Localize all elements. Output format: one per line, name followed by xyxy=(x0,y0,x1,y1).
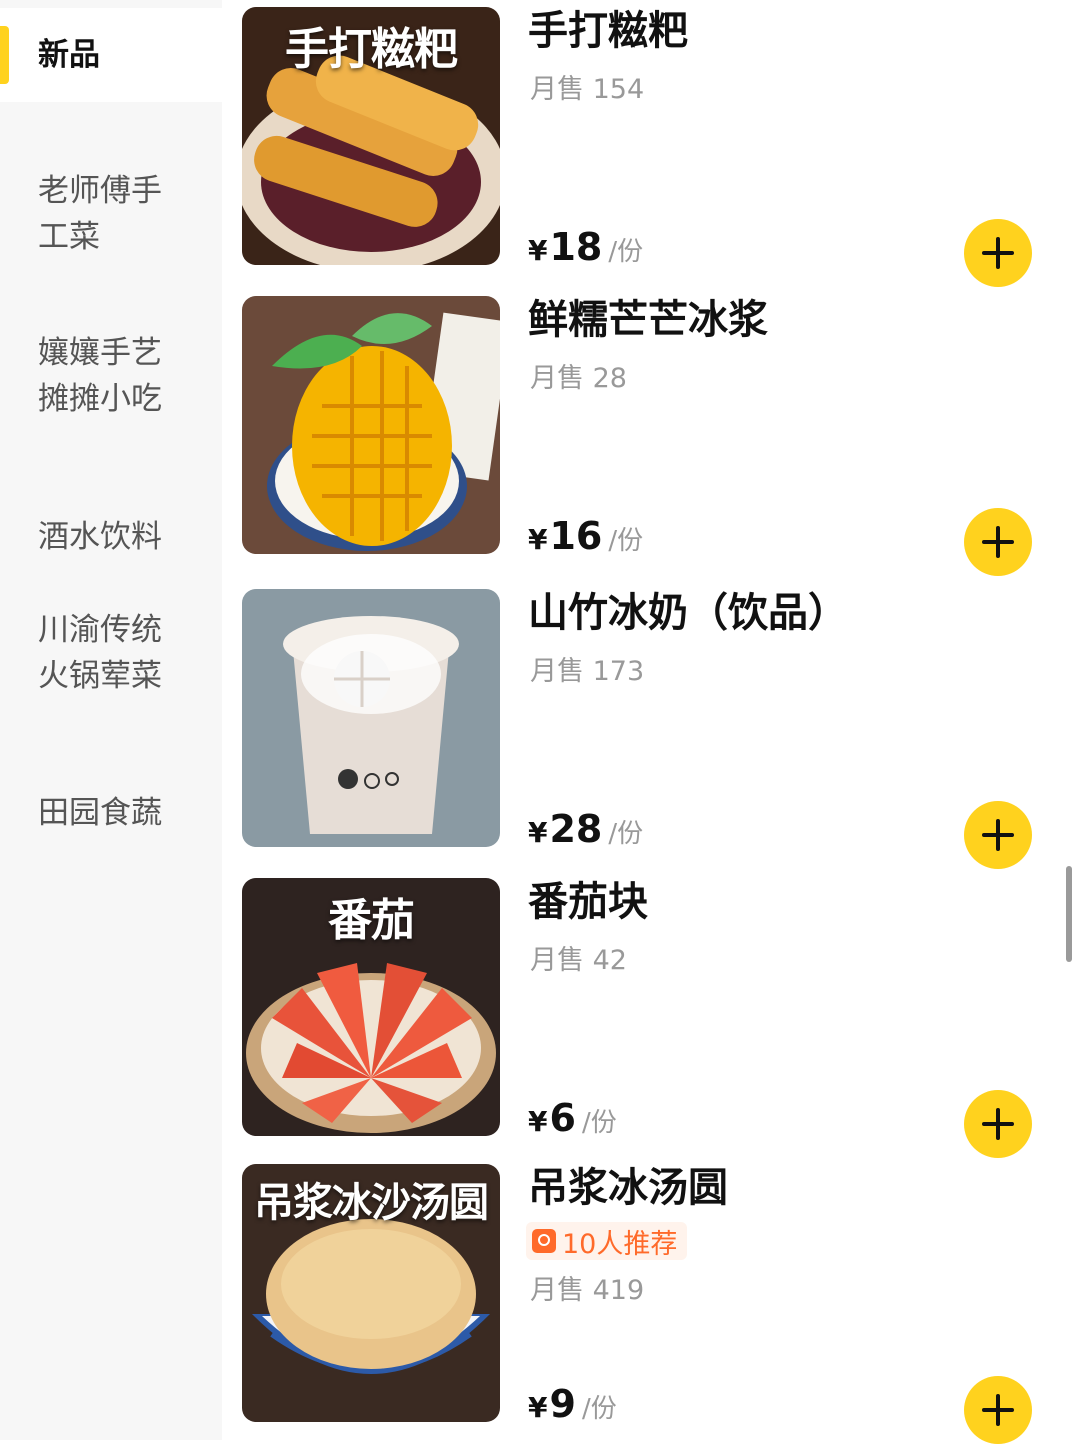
product-item[interactable]: 手打糍粑 手打糍粑 月售 154 ¥ 18 /份 xyxy=(222,7,1080,287)
product-item[interactable]: 山竹冰奶（饮品） 月售 173 ¥ 28 /份 xyxy=(222,589,1080,869)
category-item-hotpot-meat[interactable]: 川渝传统火锅荤菜 xyxy=(0,607,222,699)
monthly-sales: 月售 154 xyxy=(530,74,645,105)
product-price: ¥ 9 /份 xyxy=(528,1382,617,1426)
recommend-badge: 10人推荐 xyxy=(526,1222,688,1260)
product-image[interactable] xyxy=(242,296,500,554)
image-caption: 吊浆冰沙汤圆 xyxy=(254,1180,489,1226)
price-unit: /份 xyxy=(608,526,644,556)
price-unit: /份 xyxy=(608,819,644,849)
price-unit: /份 xyxy=(608,237,644,267)
monthly-sales: 月售 419 xyxy=(530,1275,645,1306)
category-item-new[interactable]: 新品 xyxy=(0,8,222,102)
price-value: 28 xyxy=(549,807,603,851)
product-item[interactable]: 吊浆冰沙汤圆 吊浆冰汤圆 10人推荐 月售 419 ¥ 9 /份 xyxy=(222,1164,1080,1444)
image-caption: 手打糍粑 xyxy=(285,24,458,75)
category-label: 新品 xyxy=(38,37,100,73)
currency-symbol: ¥ xyxy=(528,1391,548,1424)
price-value: 9 xyxy=(549,1382,576,1426)
mangosteen-milk-photo xyxy=(242,589,500,847)
category-label: 酒水饮料 xyxy=(38,519,162,555)
category-label: 川渝传统火锅荤菜 xyxy=(38,612,162,694)
image-caption: 番茄 xyxy=(328,895,415,946)
add-to-cart-button[interactable] xyxy=(964,801,1032,869)
add-to-cart-button[interactable] xyxy=(964,1090,1032,1158)
product-list: 手打糍粑 手打糍粑 月售 154 ¥ 18 /份 鲜糯芒芒冰浆 月售 28 ¥ … xyxy=(222,0,1080,1444)
currency-symbol: ¥ xyxy=(528,523,548,556)
product-price: ¥ 16 /份 xyxy=(528,514,643,558)
category-item-snacks[interactable]: 孃孃手艺摊摊小吃 xyxy=(0,330,222,422)
scrollbar[interactable] xyxy=(1066,866,1072,962)
product-image[interactable]: 番茄 xyxy=(242,878,500,1136)
price-value: 18 xyxy=(549,225,603,269)
category-sidebar: 新品 老师傅手工菜 孃孃手艺摊摊小吃 酒水饮料 川渝传统火锅荤菜 田园食蔬 xyxy=(0,0,222,1440)
product-name: 番茄块 xyxy=(528,879,648,925)
product-price: ¥ 6 /份 xyxy=(528,1096,617,1140)
currency-symbol: ¥ xyxy=(528,816,548,849)
price-value: 16 xyxy=(549,514,603,558)
product-image[interactable]: 吊浆冰沙汤圆 xyxy=(242,1164,500,1422)
add-to-cart-button[interactable] xyxy=(964,219,1032,287)
category-item-drinks[interactable]: 酒水饮料 xyxy=(0,514,222,560)
monthly-sales: 月售 28 xyxy=(530,363,627,394)
category-item-handmade[interactable]: 老师傅手工菜 xyxy=(0,168,222,260)
product-name: 鲜糯芒芒冰浆 xyxy=(528,297,768,343)
recommend-text: 10人推荐 xyxy=(562,1228,678,1260)
add-to-cart-button[interactable] xyxy=(964,508,1032,576)
monthly-sales: 月售 42 xyxy=(530,945,627,976)
category-label: 田园食蔬 xyxy=(38,795,162,831)
price-value: 6 xyxy=(549,1096,576,1140)
currency-symbol: ¥ xyxy=(528,234,548,267)
category-label: 孃孃手艺摊摊小吃 xyxy=(38,335,162,417)
currency-symbol: ¥ xyxy=(528,1105,548,1138)
product-name: 山竹冰奶（饮品） xyxy=(528,590,848,636)
product-item[interactable]: 鲜糯芒芒冰浆 月售 28 ¥ 16 /份 xyxy=(222,296,1080,576)
thumb-badge-icon xyxy=(532,1229,556,1253)
price-unit: /份 xyxy=(581,1394,617,1424)
product-price: ¥ 28 /份 xyxy=(528,807,643,851)
active-indicator xyxy=(0,26,9,84)
add-to-cart-button[interactable] xyxy=(964,1376,1032,1444)
product-name: 吊浆冰汤圆 xyxy=(528,1165,728,1211)
product-name: 手打糍粑 xyxy=(528,8,688,54)
price-unit: /份 xyxy=(581,1108,617,1138)
product-image[interactable] xyxy=(242,589,500,847)
product-image[interactable]: 手打糍粑 xyxy=(242,7,500,265)
category-item-vegetables[interactable]: 田园食蔬 xyxy=(0,790,222,836)
mango-photo xyxy=(242,296,500,554)
category-label: 老师傅手工菜 xyxy=(38,173,162,255)
monthly-sales: 月售 173 xyxy=(530,656,645,687)
product-item[interactable]: 番茄 番茄块 月售 42 ¥ 6 /份 xyxy=(222,878,1080,1158)
product-price: ¥ 18 /份 xyxy=(528,225,643,269)
